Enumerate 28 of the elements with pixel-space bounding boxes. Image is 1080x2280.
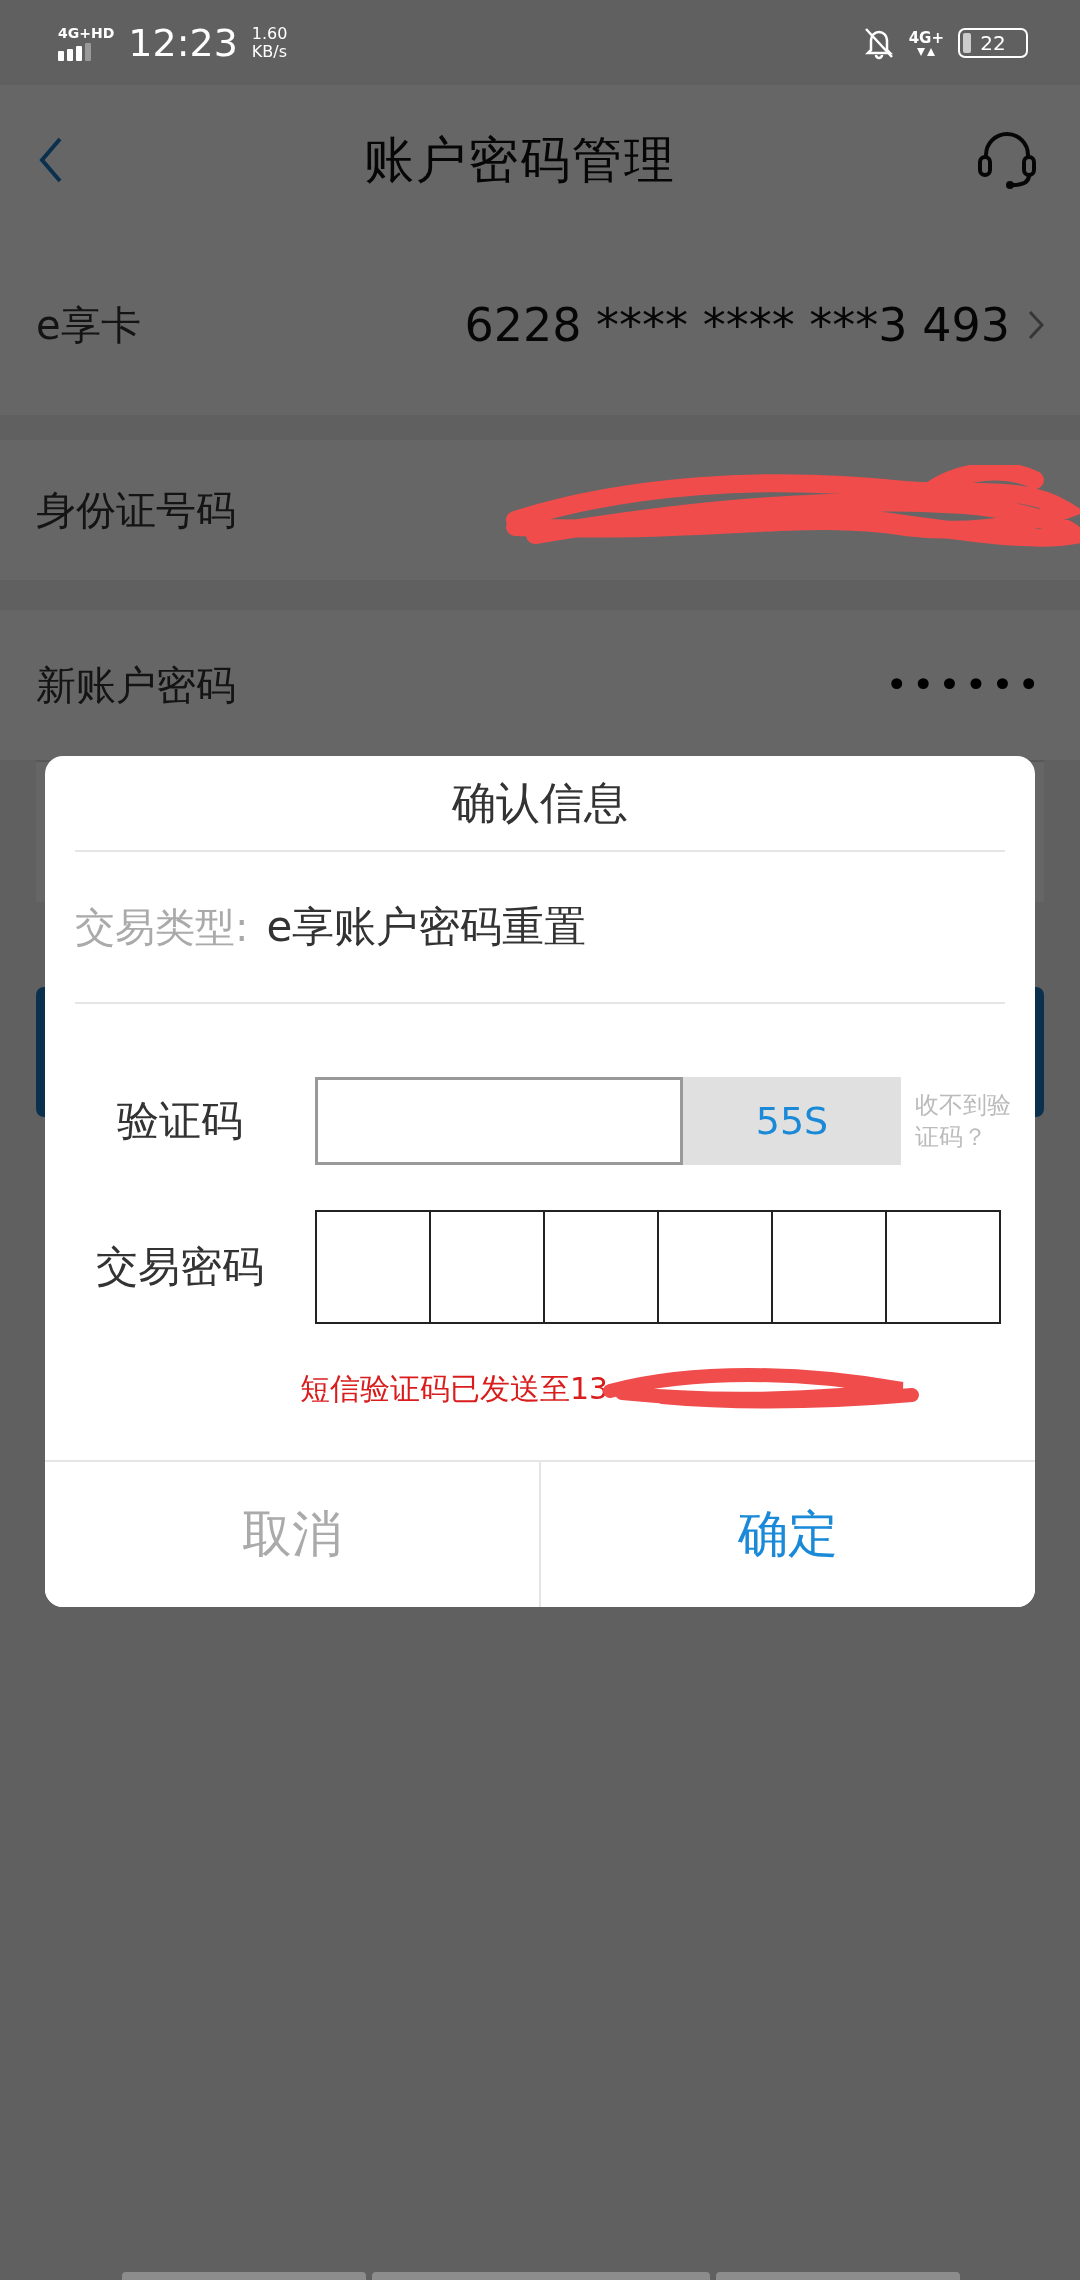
row-label: 身份证号码	[36, 485, 236, 535]
countdown-button[interactable]: 55S	[683, 1077, 901, 1165]
network-label: 4G+HD	[58, 24, 115, 41]
sms-notice: 短信验证码已发送至13	[300, 1369, 609, 1408]
card-number: 6228 **** **** ***3 493	[464, 298, 1010, 352]
data-arrows-icon	[916, 46, 937, 57]
trade-type-value: e享账户密码重置	[266, 901, 587, 953]
back-icon[interactable]	[38, 136, 64, 184]
battery-icon: 22	[958, 27, 1028, 58]
row-label: e享卡	[36, 300, 141, 350]
trade-type-label: 交易类型:	[75, 902, 249, 952]
headset-icon[interactable]	[976, 129, 1038, 191]
password-input-field[interactable]	[315, 1210, 1001, 1324]
speed-unit: KB/s	[251, 42, 288, 61]
password-dots: ••••••	[885, 663, 1044, 707]
code-label: 验证码	[116, 1095, 244, 1147]
speed-value: 1.60	[251, 24, 288, 43]
help-link[interactable]: 收不到验证码？	[915, 1089, 1030, 1153]
code-input-field[interactable]	[315, 1077, 683, 1165]
confirm-button[interactable]: 确定	[539, 1462, 1035, 1607]
chevron-icon[interactable]	[1028, 310, 1044, 340]
dialog-title: 确认信息	[75, 756, 1005, 852]
page-title: 账户密码管理	[364, 129, 676, 191]
signal-icon	[58, 42, 92, 61]
row-label: 新账户密码	[36, 660, 236, 710]
password-label: 交易密码	[95, 1241, 265, 1293]
data-network-label: 4G+	[908, 28, 944, 47]
clock-time: 12:23	[128, 20, 238, 65]
